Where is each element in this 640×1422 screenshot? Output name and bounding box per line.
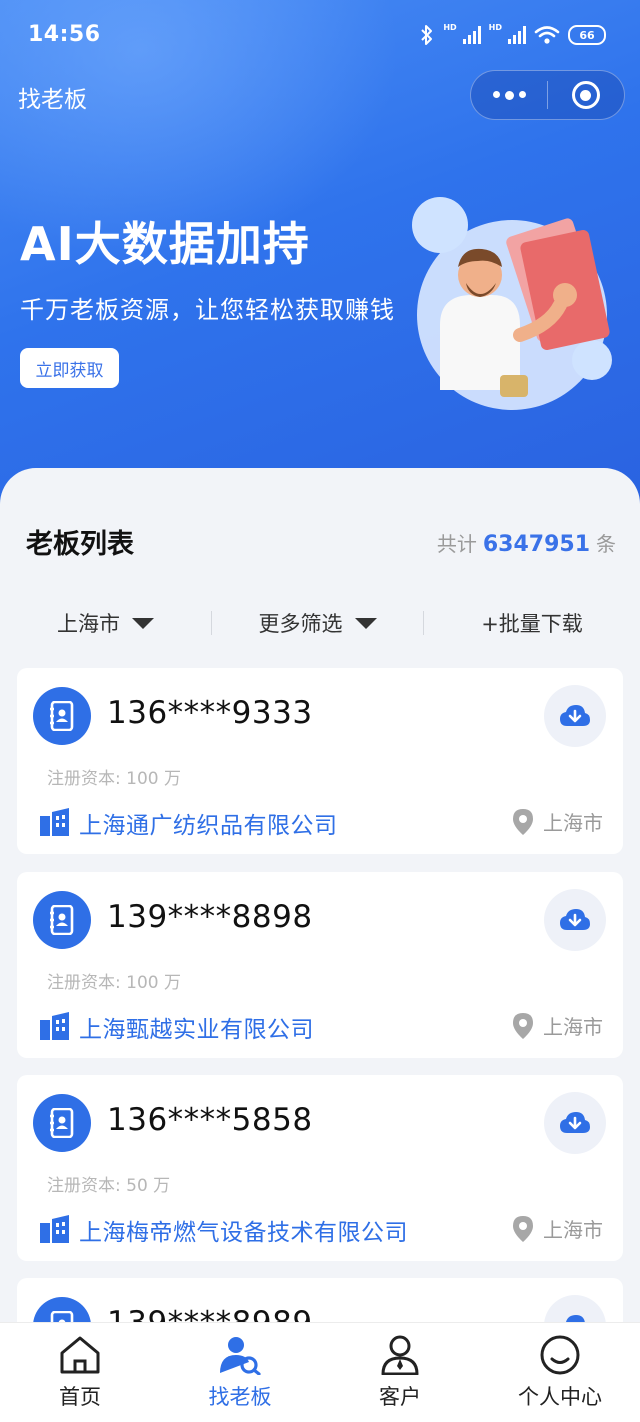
registered-capital: 注册资本: 100 万: [47, 769, 181, 789]
tab-customer-label: 客户: [379, 1385, 421, 1409]
tab-home-label: 首页: [59, 1385, 101, 1409]
cloud-download-icon: [560, 705, 590, 726]
more-menu-button[interactable]: [471, 90, 547, 100]
target-icon: [571, 81, 600, 109]
download-button[interactable]: [544, 685, 606, 747]
contact-card[interactable]: 139****8898 注册资本: 100 万 上海甄越实业有限公司 上海市: [17, 872, 623, 1058]
tab-profile-label: 个人中心: [518, 1385, 602, 1409]
total-count-value: 6347951: [482, 532, 590, 557]
profile-icon: [540, 1335, 580, 1375]
more-filter-label: 更多筛选: [258, 612, 343, 636]
company-name[interactable]: 上海通广纺织品有限公司: [79, 806, 338, 840]
hd-icon: HD: [488, 22, 502, 32]
contact-phone: 139****8898: [107, 899, 313, 935]
download-button[interactable]: [544, 1092, 606, 1154]
tab-home[interactable]: 首页: [0, 1323, 160, 1422]
status-time: 14:56: [28, 22, 101, 47]
status-icons: HD HD 66: [419, 22, 606, 48]
mini-program-capsule: [470, 70, 625, 120]
company-city: 上海市: [543, 1218, 603, 1242]
building-icon: [40, 1215, 69, 1243]
cloud-download-icon: [560, 909, 590, 930]
banner-subtitle: 千万老板资源，让您轻松获取赚钱: [20, 296, 395, 324]
total-count: 共计 6347951 条: [436, 532, 616, 557]
tab-customer[interactable]: 客户: [320, 1323, 480, 1422]
contact-phone: 136****9333: [107, 695, 313, 731]
cloud-download-icon: [560, 1112, 590, 1133]
tab-find-boss[interactable]: 找老板: [160, 1323, 320, 1422]
hd-icon: HD: [443, 22, 457, 32]
page-title: 找老板: [18, 87, 87, 113]
building-icon: [40, 808, 69, 836]
caret-down-icon: [354, 617, 377, 629]
list-title: 老板列表: [26, 529, 134, 560]
download-button[interactable]: [544, 889, 606, 951]
wifi-icon: [534, 26, 560, 44]
location-pin-icon: [513, 809, 533, 835]
bottom-tab-bar: 首页 找老板 客户 个人中心: [0, 1322, 640, 1422]
batch-download-button[interactable]: +批量下载: [424, 600, 640, 646]
building-icon: [40, 1012, 69, 1040]
more-dots-icon: [492, 90, 500, 98]
company-city: 上海市: [543, 811, 603, 835]
city-filter[interactable]: 上海市: [0, 600, 211, 646]
registered-capital: 注册资本: 50 万: [47, 1176, 171, 1196]
find-boss-icon: [220, 1337, 261, 1375]
location-pin-icon: [513, 1013, 533, 1039]
company-name[interactable]: 上海甄越实业有限公司: [79, 1010, 314, 1044]
contact-card[interactable]: 136****9333 注册资本: 100 万 上海通广纺织品有限公司 上海市: [17, 668, 623, 854]
signal-icon: [462, 26, 481, 44]
company-city: 上海市: [543, 1015, 603, 1039]
tab-find-boss-label: 找老板: [208, 1385, 272, 1409]
location-pin-icon: [513, 1216, 533, 1242]
customer-icon: [381, 1335, 419, 1375]
get-now-button[interactable]: 立即获取: [20, 348, 119, 388]
contact-book-icon: [33, 687, 91, 745]
contact-book-icon: [33, 891, 91, 949]
money-man-illustration: [412, 197, 612, 410]
registered-capital: 注册资本: 100 万: [47, 973, 181, 993]
banner-title: AI大数据加持: [20, 217, 310, 271]
company-name[interactable]: 上海梅帝燃气设备技术有限公司: [79, 1213, 408, 1247]
signal-icon: [508, 26, 526, 44]
city-filter-label: 上海市: [57, 612, 120, 636]
contact-card[interactable]: 136****5858 注册资本: 50 万 上海梅帝燃气设备技术有限公司 上海…: [17, 1075, 623, 1261]
batch-download-label: +批量下载: [481, 612, 583, 636]
battery-icon: 66: [568, 25, 606, 45]
status-bar: 14:56 HD HD 66: [0, 0, 640, 70]
filter-bar: 上海市 更多筛选 +批量下载: [0, 600, 640, 646]
contact-phone: 136****5858: [107, 1102, 313, 1138]
caret-down-icon: [132, 617, 154, 629]
more-filter[interactable]: 更多筛选: [212, 600, 423, 646]
bluetooth-icon: [421, 25, 433, 45]
home-icon: [60, 1336, 100, 1374]
close-mini-program-button[interactable]: [548, 81, 624, 109]
tab-profile[interactable]: 个人中心: [480, 1323, 640, 1422]
hero-banner: 14:56 HD HD 66 找老板 AI大数据加持 千万老板资源，让您轻松获取…: [0, 0, 640, 520]
contact-book-icon: [33, 1094, 91, 1152]
